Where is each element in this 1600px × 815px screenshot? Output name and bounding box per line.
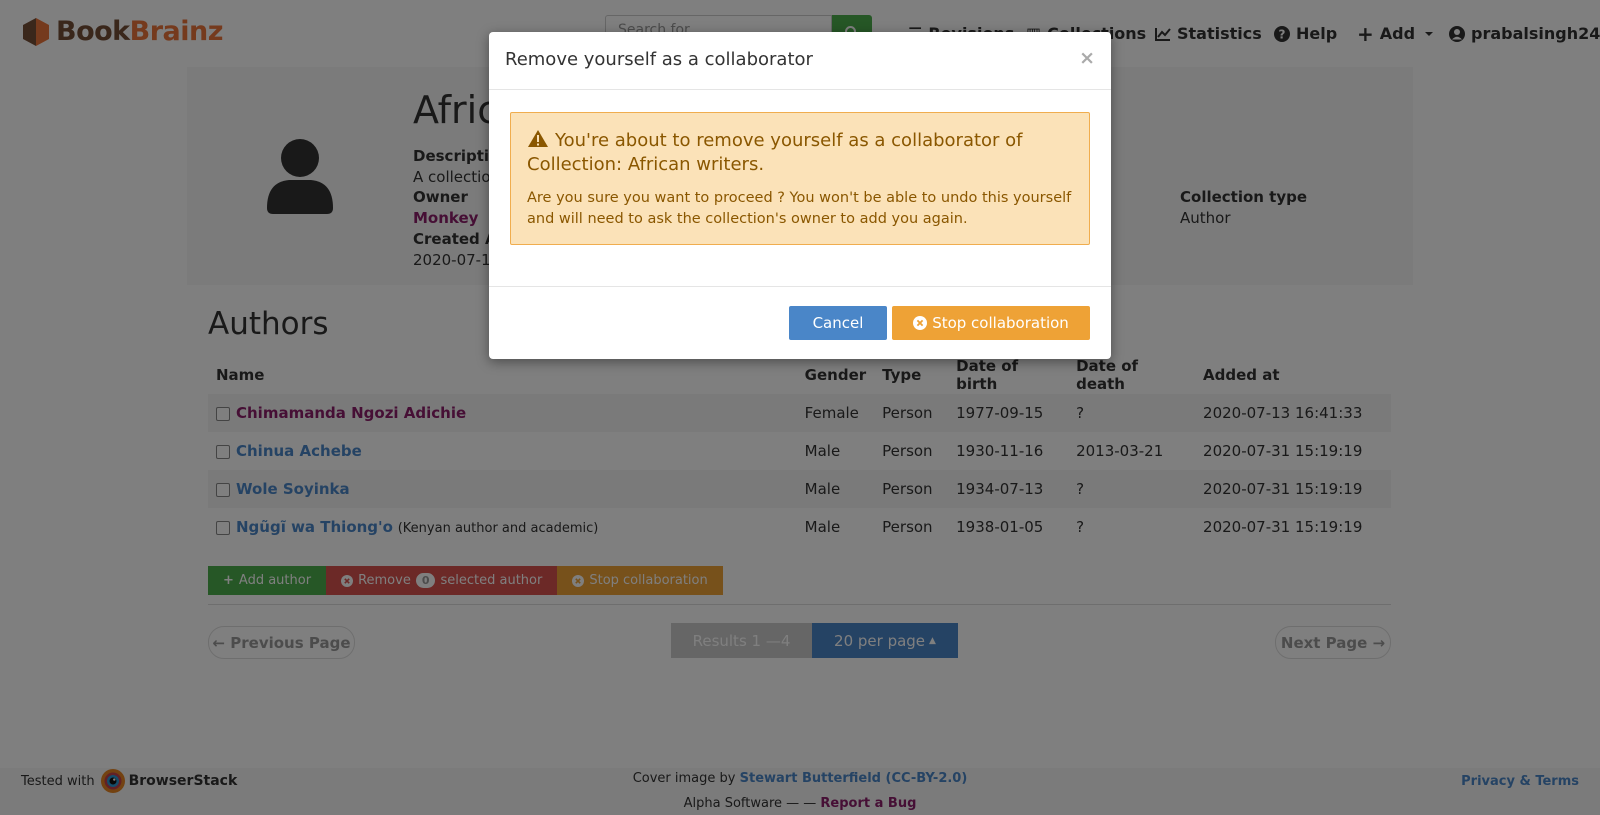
modal-footer: Cancel Stop collaboration [489,286,1111,359]
warning-alert: You're about to remove yourself as a col… [510,112,1090,245]
cancel-button[interactable]: Cancel [789,306,887,340]
modal-header: Remove yourself as a collaborator × [489,32,1111,90]
alert-heading: You're about to remove yourself as a col… [527,130,1023,175]
warning-icon [528,130,548,147]
close-icon[interactable]: × [1079,47,1095,69]
alert-body: Are you sure you want to proceed ? You w… [527,190,1072,227]
times-circle-icon [913,316,928,330]
confirm-stop-collaboration-button[interactable]: Stop collaboration [892,306,1090,340]
remove-collaborator-modal: Remove yourself as a collaborator × You'… [489,32,1111,359]
modal-title: Remove yourself as a collaborator [505,49,813,70]
